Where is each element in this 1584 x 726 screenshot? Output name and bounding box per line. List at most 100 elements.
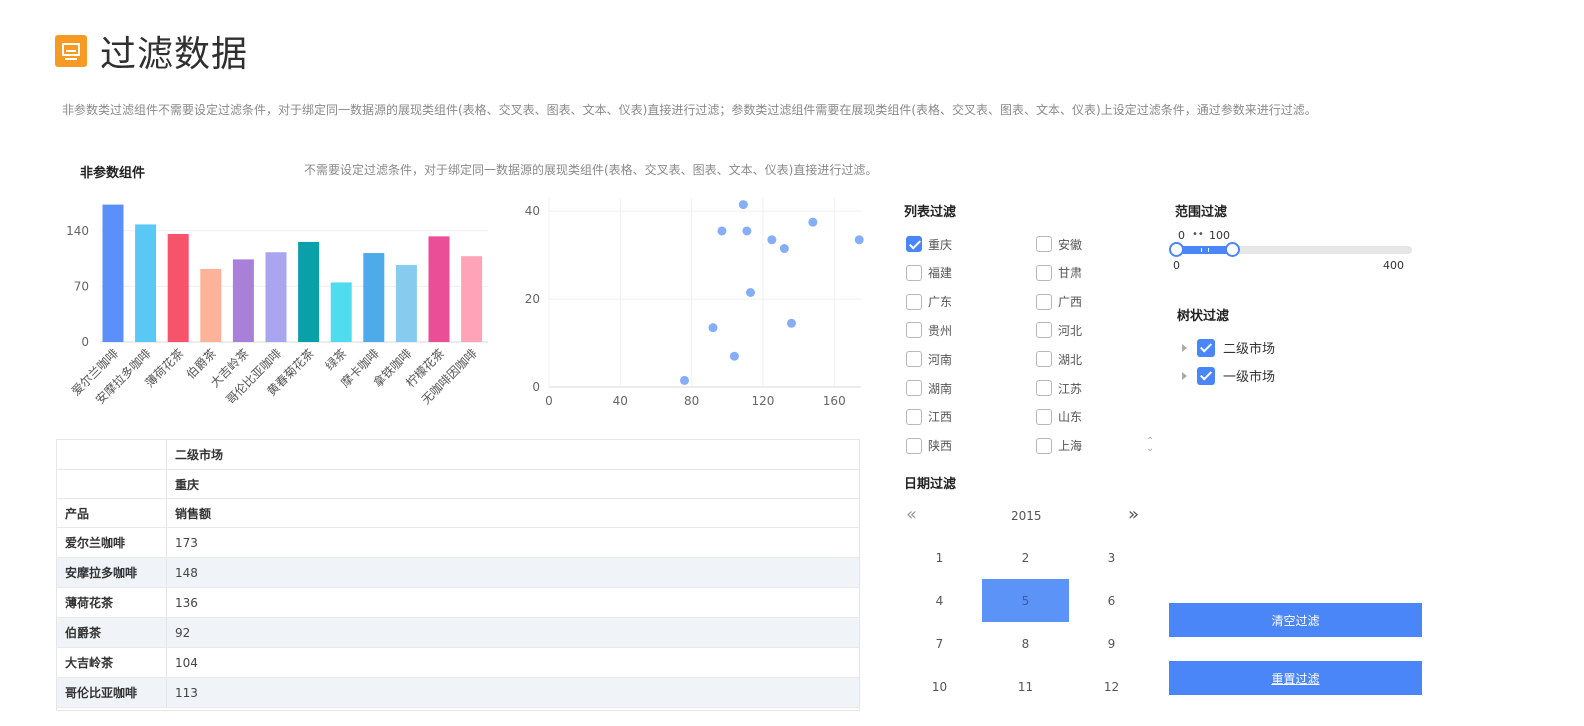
row-product: 安摩拉多咖啡 — [57, 558, 167, 587]
scatter-point[interactable] — [729, 351, 739, 361]
checkbox-icon[interactable] — [906, 293, 922, 310]
list-filter-option[interactable]: 安徽 — [1036, 235, 1082, 253]
month-cell[interactable]: 12 — [1068, 666, 1155, 709]
bar[interactable] — [428, 236, 450, 342]
bar[interactable] — [395, 264, 417, 342]
list-filter-option-label: 湖南 — [928, 381, 953, 396]
calendar-year[interactable]: 2015 — [1011, 509, 1042, 523]
range-max-label: 400 — [1383, 259, 1404, 272]
checkbox-icon[interactable] — [906, 437, 922, 454]
range-slider-low-handle[interactable] — [1169, 242, 1184, 257]
list-filter-option[interactable]: 河北 — [1036, 321, 1082, 339]
page-title: 过滤数据 — [100, 34, 249, 75]
corner-cell — [57, 470, 167, 498]
month-cell[interactable]: 3 — [1068, 536, 1155, 579]
bar[interactable] — [330, 282, 352, 342]
list-filter-option[interactable]: 广东 — [906, 293, 952, 311]
list-filter-option[interactable]: 福建 — [906, 264, 952, 282]
checkbox-icon[interactable] — [906, 322, 922, 339]
scatter-point[interactable] — [742, 226, 752, 236]
bar[interactable] — [298, 241, 320, 342]
next-year-icon[interactable]: » — [1128, 504, 1139, 525]
scatter-point[interactable] — [779, 244, 789, 254]
checkbox-icon[interactable] — [906, 351, 922, 368]
scatter-point[interactable] — [679, 375, 689, 385]
prev-year-icon[interactable]: « — [906, 504, 917, 525]
month-cell[interactable]: 8 — [982, 623, 1069, 666]
range-slider-high-handle[interactable] — [1225, 242, 1240, 257]
checkbox-icon[interactable] — [1036, 351, 1052, 368]
checkbox-icon[interactable] — [906, 264, 922, 281]
clear-filter-button[interactable]: 清空过滤 — [1169, 603, 1422, 637]
table-row: 伯爵茶 92 — [57, 618, 859, 648]
list-filter-option[interactable]: 广西 — [1036, 293, 1082, 311]
scatter-point[interactable] — [708, 323, 718, 333]
list-filter-option-label: 贵州 — [928, 323, 953, 338]
list-filter-option[interactable]: 陕西 — [906, 437, 952, 455]
row-product: 哥伦比亚咖啡 — [57, 678, 167, 707]
list-filter-option[interactable]: 贵州 — [906, 321, 952, 339]
checkbox-icon[interactable] — [1036, 293, 1052, 310]
checkbox-icon[interactable] — [1036, 408, 1052, 425]
list-filter-option[interactable]: 河南 — [906, 350, 952, 368]
month-cell[interactable]: 5 — [982, 579, 1069, 623]
list-filter-option[interactable]: 湖南 — [906, 379, 952, 397]
bar[interactable] — [461, 256, 483, 342]
slider-grip-icon — [1201, 248, 1209, 252]
scatter-point[interactable] — [745, 288, 755, 297]
list-filter-option[interactable]: 山东 — [1036, 408, 1082, 426]
reset-filter-button[interactable]: 重置过滤 — [1169, 661, 1422, 695]
checkbox-icon[interactable] — [906, 380, 922, 396]
scatter-point[interactable] — [717, 226, 727, 236]
bar[interactable] — [363, 253, 385, 342]
table-row: 爱尔兰咖啡 173 — [57, 528, 859, 558]
bar[interactable] — [232, 259, 254, 342]
caret-right-icon[interactable] — [1182, 343, 1187, 352]
tree-item-level2-market[interactable]: 二级市场 — [1182, 338, 1275, 357]
month-cell[interactable]: 4 — [896, 579, 983, 622]
list-filter-option-label: 河北 — [1058, 323, 1083, 338]
y-tick-label: 40 — [525, 204, 540, 218]
bar[interactable] — [200, 268, 222, 342]
list-filter-option[interactable]: 重庆 — [906, 235, 952, 253]
checkbox-icon[interactable] — [906, 408, 922, 425]
list-filter-option[interactable]: 湖北 — [1036, 350, 1082, 368]
checkbox-checked-icon[interactable] — [1197, 338, 1215, 357]
checkbox-icon[interactable] — [1036, 380, 1052, 396]
scatter-point[interactable] — [738, 200, 748, 210]
checkbox-icon[interactable] — [1036, 322, 1052, 339]
list-filter-option[interactable]: 江苏 — [1036, 379, 1082, 397]
row-value: 148 — [175, 565, 198, 580]
list-filter-option[interactable]: 江西 — [906, 408, 952, 426]
scatter-point[interactable] — [808, 217, 818, 227]
range-min-label: 0 — [1173, 259, 1180, 272]
scatter-point[interactable] — [854, 235, 864, 245]
list-filter-option[interactable]: 甘肃 — [1036, 264, 1082, 282]
month-cell[interactable]: 11 — [982, 666, 1069, 709]
scatter-point[interactable] — [767, 235, 777, 245]
bar[interactable] — [102, 204, 124, 342]
month-cell[interactable]: 7 — [896, 623, 983, 666]
month-cell[interactable]: 10 — [896, 666, 983, 709]
bar[interactable] — [167, 233, 189, 342]
scroll-arrows-icon[interactable]: ⌃ ⌄ — [1146, 437, 1154, 454]
month-cell[interactable]: 1 — [896, 536, 983, 579]
month-cell[interactable]: 2 — [982, 536, 1069, 579]
list-filter-option[interactable]: 上海 — [1036, 437, 1082, 455]
tree-item-level1-market[interactable]: 一级市场 — [1182, 366, 1275, 385]
section-title: 非参数组件 — [80, 166, 146, 181]
checkbox-icon[interactable] — [1036, 437, 1052, 454]
checkbox-checked-icon[interactable] — [906, 236, 922, 252]
scatter-chart: 0 20 40 0 40 80 120 160 — [525, 198, 864, 408]
month-cell[interactable]: 9 — [1068, 623, 1155, 666]
bar[interactable] — [265, 252, 287, 342]
month-cell[interactable]: 6 — [1068, 579, 1155, 622]
checkbox-checked-icon[interactable] — [1197, 366, 1215, 385]
caret-right-icon[interactable] — [1182, 371, 1187, 380]
checkbox-icon[interactable] — [1036, 236, 1052, 252]
column-header-product: 产品 — [57, 499, 167, 527]
checkbox-icon[interactable] — [1036, 264, 1052, 281]
scatter-point[interactable] — [786, 318, 796, 328]
list-filter-option-label: 河南 — [928, 352, 953, 367]
bar[interactable] — [135, 224, 157, 342]
